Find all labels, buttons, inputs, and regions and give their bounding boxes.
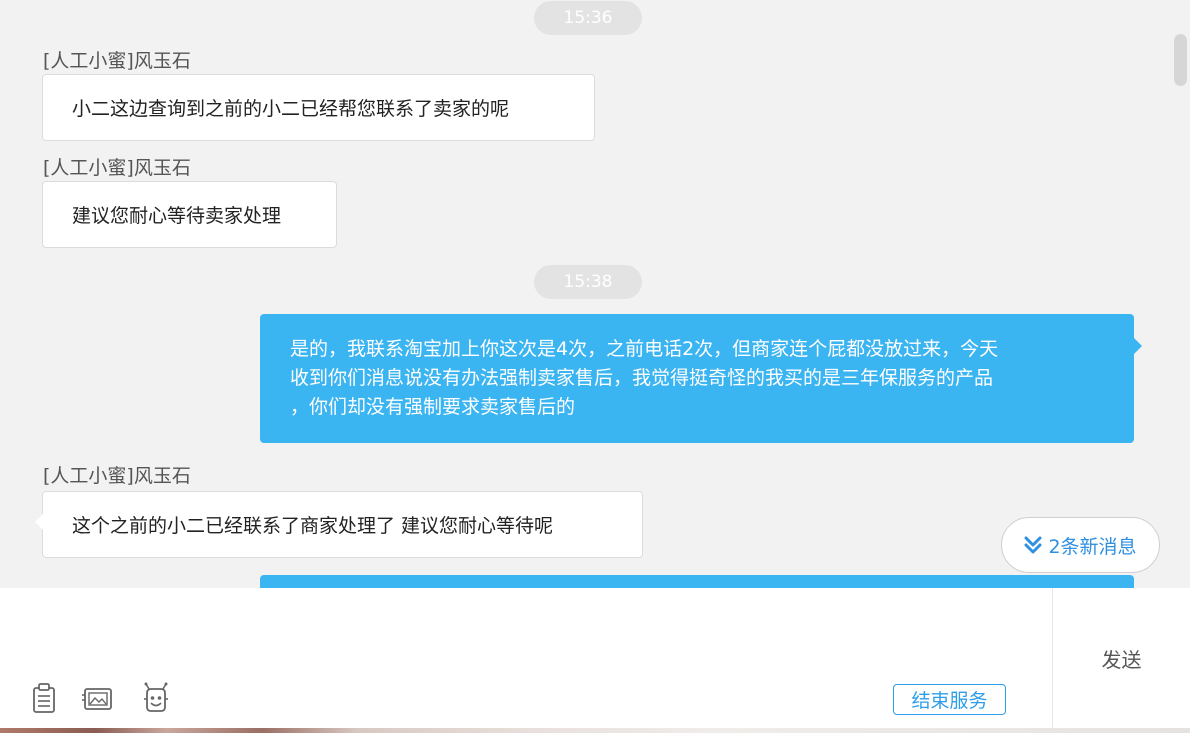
sender-name: [人工小蜜]风玉石 (43, 50, 191, 72)
new-messages-label: 2条新消息 (1048, 535, 1137, 558)
message-text: 这个之前的小二已经联系了商家处理了 建议您耐心等待呢 (72, 515, 554, 537)
message-bubble-incoming: 小二这边查询到之前的小二已经帮您联系了卖家的呢 (42, 74, 595, 141)
message-bubble-incoming: 这个之前的小二已经联系了商家处理了 建议您耐心等待呢 (35, 491, 643, 558)
message-line: ，你们却没有强制要求卖家售后的 (290, 396, 576, 418)
scrollbar-thumb[interactable] (1174, 34, 1187, 86)
bubble-tail (1134, 338, 1142, 354)
message-line: 收到你们消息说没有办法强制卖家售后，我觉得挺奇怪的我买的是三年保服务的产品 (290, 367, 994, 389)
image-icon[interactable] (81, 681, 115, 715)
timestamp: 15:38 (534, 265, 642, 299)
robot-icon[interactable] (139, 681, 173, 715)
end-service-button[interactable]: 结束服务 (893, 684, 1006, 715)
window-bottom-edge (0, 728, 1190, 733)
chat-area: 15:36 [人工小蜜]风玉石 小二这边查询到之前的小二已经帮您联系了卖家的呢 … (0, 0, 1190, 588)
sender-name: [人工小蜜]风玉石 (43, 157, 191, 179)
sender-name: [人工小蜜]风玉石 (43, 465, 191, 487)
new-messages-button[interactable]: 2条新消息 (1001, 517, 1160, 573)
timestamp: 15:36 (534, 1, 642, 35)
message-text: 建议您耐心等待卖家处理 (72, 205, 282, 227)
message-input[interactable] (0, 588, 1190, 728)
message-bubble-outgoing: 是的，我联系淘宝加上你这次是4次，之前电话2次，但商家连个屁都没放过来，今天 收… (260, 314, 1142, 443)
send-label: 发送 (1101, 647, 1142, 672)
end-service-label: 结束服务 (911, 690, 988, 712)
message-bubble-outgoing-partial (260, 575, 1134, 588)
message-line: 是的，我联系淘宝加上你这次是4次，之前电话2次，但商家连个屁都没放过来，今天 (290, 338, 999, 360)
message-bubble-incoming: 建议您耐心等待卖家处理 (42, 181, 337, 248)
bubble-tail (35, 514, 43, 530)
clipboard-icon[interactable] (28, 681, 62, 715)
message-text: 小二这边查询到之前的小二已经帮您联系了卖家的呢 (72, 98, 510, 120)
double-chevron-down-icon (1024, 535, 1042, 555)
send-button[interactable]: 发送 (1053, 588, 1190, 728)
